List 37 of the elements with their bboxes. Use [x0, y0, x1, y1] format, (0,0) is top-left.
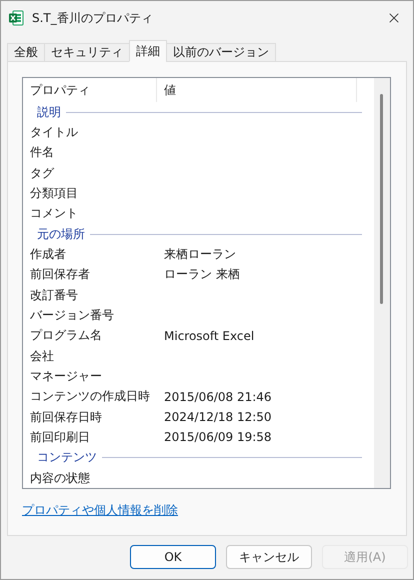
- property-value: 2024/12/18 12:50: [163, 410, 273, 424]
- property-name: 会社: [29, 348, 55, 365]
- tab[interactable]: 全般: [7, 43, 45, 62]
- property-name: バージョン番号: [29, 307, 115, 324]
- property-name: 前回保存者: [29, 266, 91, 284]
- property-name: タイトル: [29, 124, 79, 142]
- group-header: コンテンツ: [37, 449, 97, 466]
- property-name: 改訂番号: [29, 286, 79, 304]
- property-name: 作成者: [29, 246, 67, 264]
- property-name: コメント: [29, 205, 79, 222]
- window-title: S.T_香川のプロパティ: [32, 10, 154, 26]
- property-name: 前回印刷日: [29, 428, 91, 446]
- property-value: Microsoft Excel: [163, 328, 256, 343]
- column-header[interactable]: プロパティ: [23, 78, 157, 102]
- dialog-button[interactable]: キャンセル: [226, 545, 312, 569]
- property-value: 2015/06/08 21:46: [163, 390, 273, 404]
- property-name: 前回保存日時: [29, 408, 103, 426]
- property-value: 2015/06/09 19:58: [163, 430, 273, 444]
- property-name: プログラム名: [29, 327, 103, 344]
- property-value: ローラン 来栖: [163, 266, 241, 284]
- column-header[interactable]: 値: [157, 78, 357, 102]
- property-name: 分類項目: [29, 185, 79, 202]
- spreadsheet-icon: [8, 10, 24, 26]
- property-name: 内容の状態: [29, 470, 91, 487]
- group-header: 説明: [37, 104, 61, 121]
- property-name: コンテンツの作成日時: [29, 388, 151, 406]
- property-value: 来栖ローラン: [163, 246, 237, 264]
- property-name: 件名: [29, 144, 55, 162]
- scrollbar[interactable]: [374, 78, 390, 488]
- group-header: 元の場所: [37, 226, 85, 243]
- dialog-button[interactable]: OK: [130, 545, 216, 569]
- tab[interactable]: 詳細: [129, 40, 167, 62]
- remove-properties-link[interactable]: プロパティや個人情報を削除: [22, 502, 178, 519]
- property-name: マネージャー: [29, 368, 103, 385]
- property-name: タグ: [29, 164, 56, 182]
- tab[interactable]: 以前のバージョン: [166, 43, 276, 62]
- scrollbar-thumb[interactable]: [380, 94, 383, 304]
